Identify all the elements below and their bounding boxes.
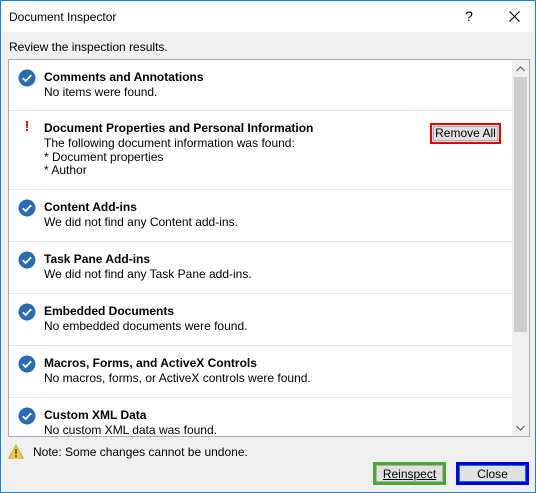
document-inspector-dialog: Document Inspector ? Review the inspecti… (0, 0, 536, 493)
item-description: No items were found. (44, 85, 158, 99)
scrollbar-thumb[interactable] (514, 77, 527, 332)
remove-all-button[interactable]: Remove All (433, 126, 498, 141)
check-circle-icon (18, 407, 36, 425)
item-title: Embedded Documents (44, 304, 175, 318)
title-bar: Document Inspector ? (1, 1, 535, 32)
check-circle-icon (18, 355, 36, 373)
item-title: Document Properties and Personal Informa… (44, 121, 314, 135)
item-title: Macros, Forms, and ActiveX Controls (44, 356, 257, 370)
result-item-comments: Comments and Annotations No items were f… (9, 60, 512, 111)
chevron-down-icon (516, 425, 525, 431)
scroll-down-button[interactable] (512, 419, 529, 436)
item-title: Content Add-ins (44, 200, 137, 214)
close-window-button[interactable] (501, 4, 527, 28)
inspection-results-list: Comments and Annotations No items were f… (8, 59, 530, 437)
item-description: We did not find any Task Pane add-ins. (44, 267, 252, 281)
close-button[interactable]: Close (459, 465, 526, 482)
dialog-title: Document Inspector (9, 10, 117, 24)
result-item-task-pane-addins: Task Pane Add-ins We did not find any Ta… (9, 242, 512, 294)
item-description: The following document information was f… (44, 136, 295, 177)
help-icon: ? (465, 8, 473, 24)
reinspect-highlight: Reinspect (373, 462, 446, 485)
help-button[interactable]: ? (456, 4, 482, 28)
close-highlight: Close (456, 462, 529, 485)
item-title: Comments and Annotations (44, 70, 204, 84)
chevron-up-icon (516, 65, 525, 71)
instructions-text: Review the inspection results. (9, 40, 168, 54)
check-circle-icon (18, 199, 36, 217)
check-circle-icon (18, 251, 36, 269)
result-item-embedded-documents: Embedded Documents No embedded documents… (9, 294, 512, 346)
close-label: Close (477, 466, 508, 481)
exclamation-icon: ! (24, 118, 30, 135)
check-circle-icon (18, 69, 36, 87)
reinspect-label: Reinspect (382, 466, 437, 481)
warning-triangle-icon (8, 444, 24, 459)
scroll-up-button[interactable] (512, 60, 529, 77)
result-item-custom-xml: Custom XML Data No custom XML data was f… (9, 398, 512, 437)
result-item-macros: Macros, Forms, and ActiveX Controls No m… (9, 346, 512, 398)
vertical-scrollbar[interactable] (512, 60, 529, 436)
reinspect-button[interactable]: Reinspect (376, 465, 443, 482)
remove-all-highlight: Remove All (430, 123, 501, 144)
result-item-content-addins: Content Add-ins We did not find any Cont… (9, 190, 512, 242)
item-description: We did not find any Content add-ins. (44, 215, 238, 229)
item-description: No custom XML data was found. (44, 423, 217, 437)
item-title: Custom XML Data (44, 408, 147, 422)
close-icon (508, 10, 520, 22)
item-description: No embedded documents were found. (44, 319, 248, 333)
item-title: Task Pane Add-ins (44, 252, 151, 266)
check-circle-icon (18, 303, 36, 321)
result-item-document-properties: ! Document Properties and Personal Infor… (9, 111, 512, 190)
undo-warning-note: Note: Some changes cannot be undone. (33, 445, 248, 459)
item-description: No macros, forms, or ActiveX controls we… (44, 371, 311, 385)
